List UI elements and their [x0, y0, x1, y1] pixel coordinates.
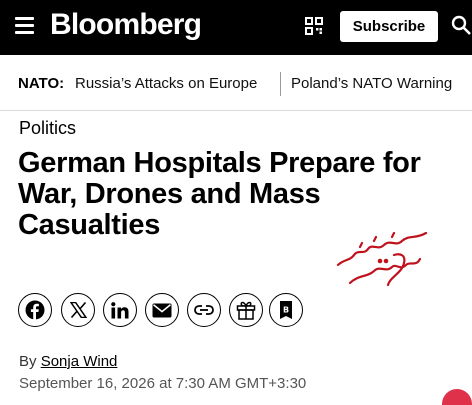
floating-action-badge[interactable]: [442, 389, 472, 405]
facebook-icon: [25, 300, 45, 320]
top-navigation-bar: Bloomberg Subscribe: [0, 0, 472, 55]
subnav-item-poland-warning[interactable]: Poland’s NATO Warning: [291, 75, 452, 92]
gift-icon: [236, 301, 256, 320]
menu-bar-line: [15, 17, 34, 20]
article-category-link[interactable]: Politics: [19, 118, 76, 139]
search-icon[interactable]: [451, 15, 471, 35]
bookmark-button[interactable]: B: [269, 293, 303, 327]
hamburger-menu-icon[interactable]: [15, 17, 34, 34]
share-email-button[interactable]: [145, 293, 179, 327]
article-byline: By Sonja Wind: [19, 353, 117, 370]
handwritten-watermark: [336, 231, 428, 287]
bloomberg-logo[interactable]: Bloomberg: [50, 8, 202, 42]
menu-bar-line: [15, 24, 34, 27]
share-facebook-button[interactable]: [18, 293, 52, 327]
share-x-button[interactable]: [61, 293, 95, 327]
subnav-divider: [280, 72, 281, 96]
link-icon: [194, 305, 214, 315]
author-link[interactable]: Sonja Wind: [41, 353, 118, 370]
bookmark-icon: B: [280, 301, 292, 319]
article-dateline: September 16, 2026 at 7:30 AM GMT+3:30: [19, 375, 307, 392]
svg-text:B: B: [283, 306, 289, 315]
x-icon: [69, 302, 87, 318]
subscribe-button[interactable]: Subscribe: [340, 11, 438, 42]
email-icon: [152, 303, 172, 317]
copy-link-button[interactable]: [187, 293, 221, 327]
topic-subnav: NATO: Russia’s Attacks on Europe Poland’…: [0, 55, 472, 111]
subnav-item-russia-attacks[interactable]: Russia’s Attacks on Europe: [75, 75, 257, 92]
subnav-topic-label: NATO:: [18, 75, 65, 92]
qr-code-icon[interactable]: [305, 17, 323, 35]
linkedin-icon: [111, 301, 129, 318]
gift-article-button[interactable]: [229, 293, 263, 327]
menu-bar-line: [15, 31, 34, 34]
share-linkedin-button[interactable]: [103, 293, 137, 327]
byline-prefix: By: [19, 353, 37, 370]
